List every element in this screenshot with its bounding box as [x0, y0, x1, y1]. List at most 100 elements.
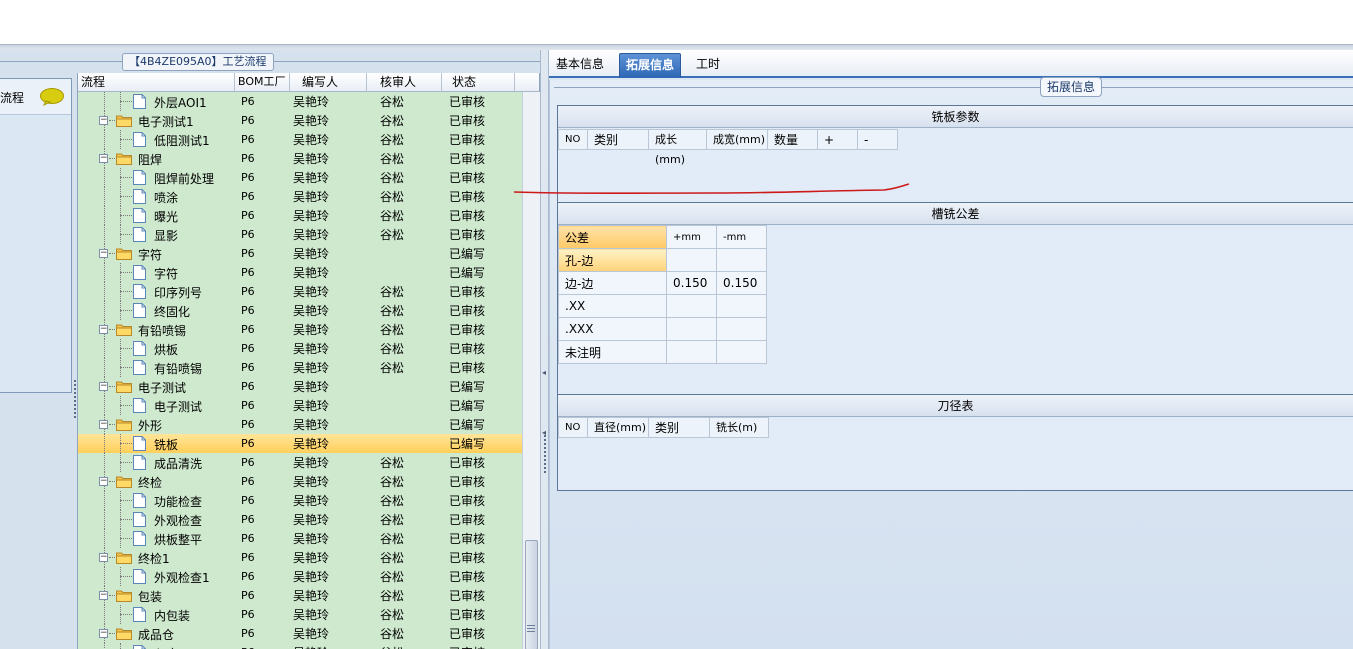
tab-work-hours[interactable]: 工时: [690, 53, 726, 78]
header-writer[interactable]: 编写人: [290, 73, 367, 91]
table-row[interactable]: 内包装 P6 吴艳玲 谷松 已审核: [78, 605, 523, 624]
status-cell[interactable]: 已审核: [442, 530, 515, 547]
writer-cell[interactable]: 吴艳玲: [290, 568, 367, 585]
writer-cell[interactable]: 吴艳玲: [290, 93, 367, 110]
collapse-toggle-icon[interactable]: −: [99, 116, 108, 125]
bom-cell[interactable]: P6: [235, 266, 290, 279]
table-row[interactable]: 曝光 P6 吴艳玲 谷松 已审核: [78, 206, 523, 225]
writer-cell[interactable]: 吴艳玲: [290, 587, 367, 604]
reviewer-cell[interactable]: 谷松: [367, 169, 442, 186]
bom-cell[interactable]: P6: [235, 475, 290, 488]
table-row[interactable]: − 字符 P6 吴艳玲 已编写: [78, 244, 523, 263]
writer-cell[interactable]: 吴艳玲: [290, 302, 367, 319]
tree-cell[interactable]: 显影: [78, 225, 235, 244]
tol-row-plus[interactable]: [666, 340, 717, 364]
writer-cell[interactable]: 吴艳玲: [290, 378, 367, 395]
table-row[interactable]: 字符 P6 吴艳玲 已编写: [78, 263, 523, 282]
status-cell[interactable]: 已审核: [442, 112, 515, 129]
reviewer-cell[interactable]: 谷松: [367, 511, 442, 528]
table-row[interactable]: 喷涂 P6 吴艳玲 谷松 已审核: [78, 187, 523, 206]
tol-row-plus[interactable]: [666, 294, 717, 318]
table-row[interactable]: − 有铅喷锡 P6 吴艳玲 谷松 已审核: [78, 320, 523, 339]
writer-cell[interactable]: 吴艳玲: [290, 473, 367, 490]
writer-cell[interactable]: 吴艳玲: [290, 530, 367, 547]
bom-cell[interactable]: P6: [235, 380, 290, 393]
reviewer-cell[interactable]: 谷松: [367, 644, 442, 649]
collapse-left-arrow-icon[interactable]: ◂: [542, 368, 546, 377]
tol-row-label[interactable]: 孔-边: [558, 248, 667, 272]
writer-cell[interactable]: 吴艳玲: [290, 226, 367, 243]
tree-cell[interactable]: 外观检查1: [78, 567, 235, 586]
status-cell[interactable]: 已审核: [442, 587, 515, 604]
table-row[interactable]: 终固化 P6 吴艳玲 谷松 已审核: [78, 301, 523, 320]
grid-vertical-scrollbar[interactable]: [522, 92, 540, 649]
header-reviewer[interactable]: 核审人: [367, 73, 442, 91]
reviewer-cell[interactable]: 谷松: [367, 302, 442, 319]
header-status[interactable]: 状态: [442, 73, 515, 91]
status-cell[interactable]: 已审核: [442, 226, 515, 243]
collapse-toggle-icon[interactable]: −: [99, 591, 108, 600]
writer-cell[interactable]: 吴艳玲: [290, 188, 367, 205]
status-cell[interactable]: 已审核: [442, 492, 515, 509]
writer-cell[interactable]: 吴艳玲: [290, 340, 367, 357]
status-cell[interactable]: 已审核: [442, 568, 515, 585]
reviewer-cell[interactable]: 谷松: [367, 112, 442, 129]
tree-cell[interactable]: 喷涂: [78, 187, 235, 206]
bom-cell[interactable]: P6: [235, 589, 290, 602]
tol-header-minus[interactable]: -mm: [716, 225, 767, 249]
header-bom[interactable]: BOM工厂: [235, 73, 290, 91]
bom-cell[interactable]: P6: [235, 209, 290, 222]
tree-cell[interactable]: − 成品仓: [78, 624, 235, 643]
main-splitter[interactable]: ◂ ◂: [540, 50, 549, 649]
collapse-toggle-icon[interactable]: −: [99, 249, 108, 258]
tree-cell[interactable]: − 字符: [78, 244, 235, 263]
tree-cell[interactable]: 电子测试: [78, 396, 235, 415]
table-row-selected[interactable]: 铣板 P6 吴艳玲 已编写: [78, 434, 523, 453]
tol-row-plus[interactable]: 0.150: [666, 271, 717, 295]
reviewer-cell[interactable]: 谷松: [367, 549, 442, 566]
tree-cell[interactable]: − 包装: [78, 586, 235, 605]
writer-cell[interactable]: 吴艳玲: [290, 169, 367, 186]
status-cell[interactable]: 已编写: [442, 245, 515, 262]
tree-cell[interactable]: 功能检查: [78, 491, 235, 510]
bom-cell[interactable]: P6: [235, 513, 290, 526]
status-cell[interactable]: 已审核: [442, 644, 515, 649]
reviewer-cell[interactable]: 谷松: [367, 340, 442, 357]
tree-cell[interactable]: 曝光: [78, 206, 235, 225]
status-cell[interactable]: 已编写: [442, 416, 515, 433]
reviewer-cell[interactable]: 谷松: [367, 568, 442, 585]
tree-cell[interactable]: − 电子测试: [78, 377, 235, 396]
table-row[interactable]: 阻焊前处理 P6 吴艳玲 谷松 已审核: [78, 168, 523, 187]
table-row[interactable]: 显影 P6 吴艳玲 谷松 已审核: [78, 225, 523, 244]
writer-cell[interactable]: 吴艳玲: [290, 112, 367, 129]
tree-cell[interactable]: 低阻测试1: [78, 130, 235, 149]
table-row[interactable]: 功能检查 P6 吴艳玲 谷松 已审核: [78, 491, 523, 510]
collapse-toggle-icon[interactable]: −: [99, 553, 108, 562]
reviewer-cell[interactable]: 谷松: [367, 150, 442, 167]
table-row[interactable]: − 电子测试 P6 吴艳玲 已编写: [78, 377, 523, 396]
tol-header-label[interactable]: 公差: [558, 225, 667, 249]
status-cell[interactable]: 已审核: [442, 283, 515, 300]
tt-col-type[interactable]: 类别: [649, 417, 710, 438]
reviewer-cell[interactable]: 谷松: [367, 359, 442, 376]
table-row[interactable]: 烘板整平 P6 吴艳玲 谷松 已审核: [78, 529, 523, 548]
writer-cell[interactable]: 吴艳玲: [290, 492, 367, 509]
bom-cell[interactable]: P6: [235, 418, 290, 431]
bom-cell[interactable]: P6: [235, 532, 290, 545]
reviewer-cell[interactable]: 谷松: [367, 226, 442, 243]
table-row[interactable]: 低阻测试1 P6 吴艳玲 谷松 已审核: [78, 130, 523, 149]
bom-cell[interactable]: P6: [235, 95, 290, 108]
writer-cell[interactable]: 吴艳玲: [290, 606, 367, 623]
writer-cell[interactable]: 吴艳玲: [290, 321, 367, 338]
tt-col-diameter[interactable]: 直径(mm): [588, 417, 649, 438]
table-row[interactable]: 入库P6吴艳玲谷松已审核: [78, 643, 523, 649]
reviewer-cell[interactable]: 谷松: [367, 321, 442, 338]
status-cell[interactable]: 已审核: [442, 454, 515, 471]
bom-cell[interactable]: P6: [235, 171, 290, 184]
bom-cell[interactable]: P6: [235, 342, 290, 355]
speech-bubble-icon[interactable]: [39, 88, 65, 106]
status-cell[interactable]: 已审核: [442, 150, 515, 167]
status-cell[interactable]: 已审核: [442, 302, 515, 319]
collapse-toggle-icon[interactable]: −: [99, 325, 108, 334]
table-row[interactable]: 有铅喷锡 P6 吴艳玲 谷松 已审核: [78, 358, 523, 377]
